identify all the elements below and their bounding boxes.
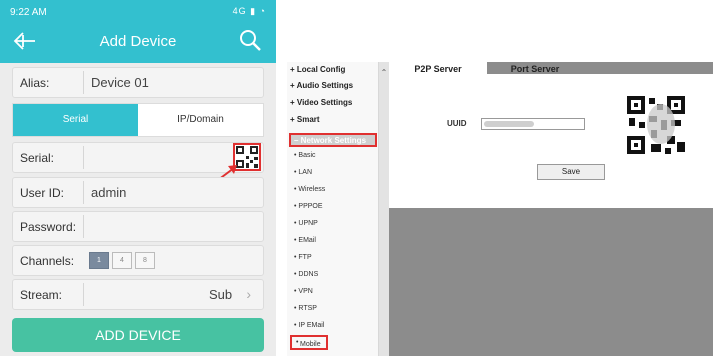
- settings-menu: + Local Config + Audio Settings + Video …: [287, 62, 379, 356]
- p2p-server-panel: UUID Save: [389, 74, 713, 208]
- tab-ip-domain[interactable]: IP/Domain: [138, 104, 263, 136]
- stream-value: Sub: [209, 287, 233, 302]
- menu-item-ftp[interactable]: • FTP: [294, 254, 312, 261]
- field-divider: [83, 146, 84, 169]
- search-icon[interactable]: [238, 28, 262, 52]
- app-header: 9:22 AM 4G ▮ ◔ Add Device: [0, 0, 276, 63]
- uuid-label: UUID: [447, 119, 467, 128]
- page-title: Add Device: [99, 33, 177, 50]
- user-id-value: admin: [91, 185, 127, 200]
- mobile-app-screen: 9:22 AM 4G ▮ ◔ Add Device Alias: Device …: [0, 0, 276, 356]
- menu-item-email[interactable]: • EMail: [294, 237, 316, 244]
- stream-field[interactable]: Stream: Sub ›: [12, 279, 264, 310]
- status-time: 9:22 AM: [10, 7, 47, 18]
- serial-label: Serial:: [20, 151, 55, 165]
- uuid-input[interactable]: [481, 118, 585, 130]
- menu-network-settings[interactable]: – Network Settings: [289, 133, 377, 147]
- menu-video-settings[interactable]: + Video Settings: [290, 98, 352, 107]
- menu-audio-settings[interactable]: + Audio Settings: [290, 81, 353, 90]
- channel-option-1[interactable]: 1: [89, 252, 109, 269]
- menu-item-ddns[interactable]: • DDNS: [294, 271, 318, 278]
- scroll-up-icon[interactable]: ⌃: [379, 68, 389, 77]
- server-tabs: P2P Server Port Server: [389, 62, 713, 74]
- field-divider: [83, 71, 84, 94]
- menu-local-config[interactable]: + Local Config: [290, 65, 345, 74]
- password-label: Password:: [20, 220, 77, 234]
- channels-field: Channels: 1 4 8: [12, 245, 264, 276]
- menu-item-pppoe[interactable]: • PPPOE: [294, 203, 323, 210]
- alias-field[interactable]: Alias: Device 01: [12, 67, 264, 98]
- menu-item-lan[interactable]: • LAN: [294, 169, 312, 176]
- password-field[interactable]: Password:: [12, 211, 264, 242]
- menu-item-upnp[interactable]: • UPNP: [294, 220, 318, 227]
- menu-item-mobile[interactable]: • Mobile: [290, 335, 328, 350]
- menu-item-ip-email[interactable]: • IP EMail: [294, 322, 324, 329]
- tab-port-server[interactable]: Port Server: [487, 62, 583, 74]
- menu-item-rtsp[interactable]: • RTSP: [294, 305, 317, 312]
- field-divider: [83, 283, 84, 306]
- channels-label: Channels:: [20, 254, 75, 268]
- tab-serial[interactable]: Serial: [13, 104, 138, 136]
- alias-label: Alias:: [20, 76, 50, 90]
- add-device-button[interactable]: ADD DEVICE: [12, 318, 264, 352]
- menu-scrollbar[interactable]: ⌃: [379, 62, 389, 356]
- connection-type-tabs: Serial IP/Domain: [12, 103, 264, 137]
- field-divider: [83, 215, 84, 238]
- menu-item-wireless[interactable]: • Wireless: [294, 186, 325, 193]
- uuid-redacted-value: [484, 121, 534, 127]
- field-divider: [83, 181, 84, 204]
- web-config-window: + Local Config + Audio Settings + Video …: [287, 62, 713, 356]
- menu-smart[interactable]: + Smart: [290, 115, 320, 124]
- channel-option-8[interactable]: 8: [135, 252, 155, 269]
- menu-item-mobile-label: • Mobile: [296, 339, 321, 348]
- menu-item-vpn[interactable]: • VPN: [294, 288, 313, 295]
- content-area: P2P Server Port Server UUID Save: [389, 62, 713, 356]
- stream-label: Stream:: [20, 288, 63, 302]
- alias-value: Device 01: [91, 75, 149, 90]
- channel-option-4[interactable]: 4: [112, 252, 132, 269]
- user-id-field[interactable]: User ID: admin: [12, 177, 264, 208]
- tab-p2p-server[interactable]: P2P Server: [389, 62, 487, 74]
- save-button[interactable]: Save: [537, 164, 605, 180]
- status-icons: 4G ▮ ◔: [232, 6, 266, 16]
- menu-network-settings-label: – Network Settings: [294, 136, 367, 145]
- user-id-label: User ID:: [20, 186, 65, 200]
- chevron-right-icon: ›: [246, 286, 251, 302]
- qr-code-image: [625, 94, 687, 156]
- menu-item-basic[interactable]: • Basic: [294, 152, 316, 159]
